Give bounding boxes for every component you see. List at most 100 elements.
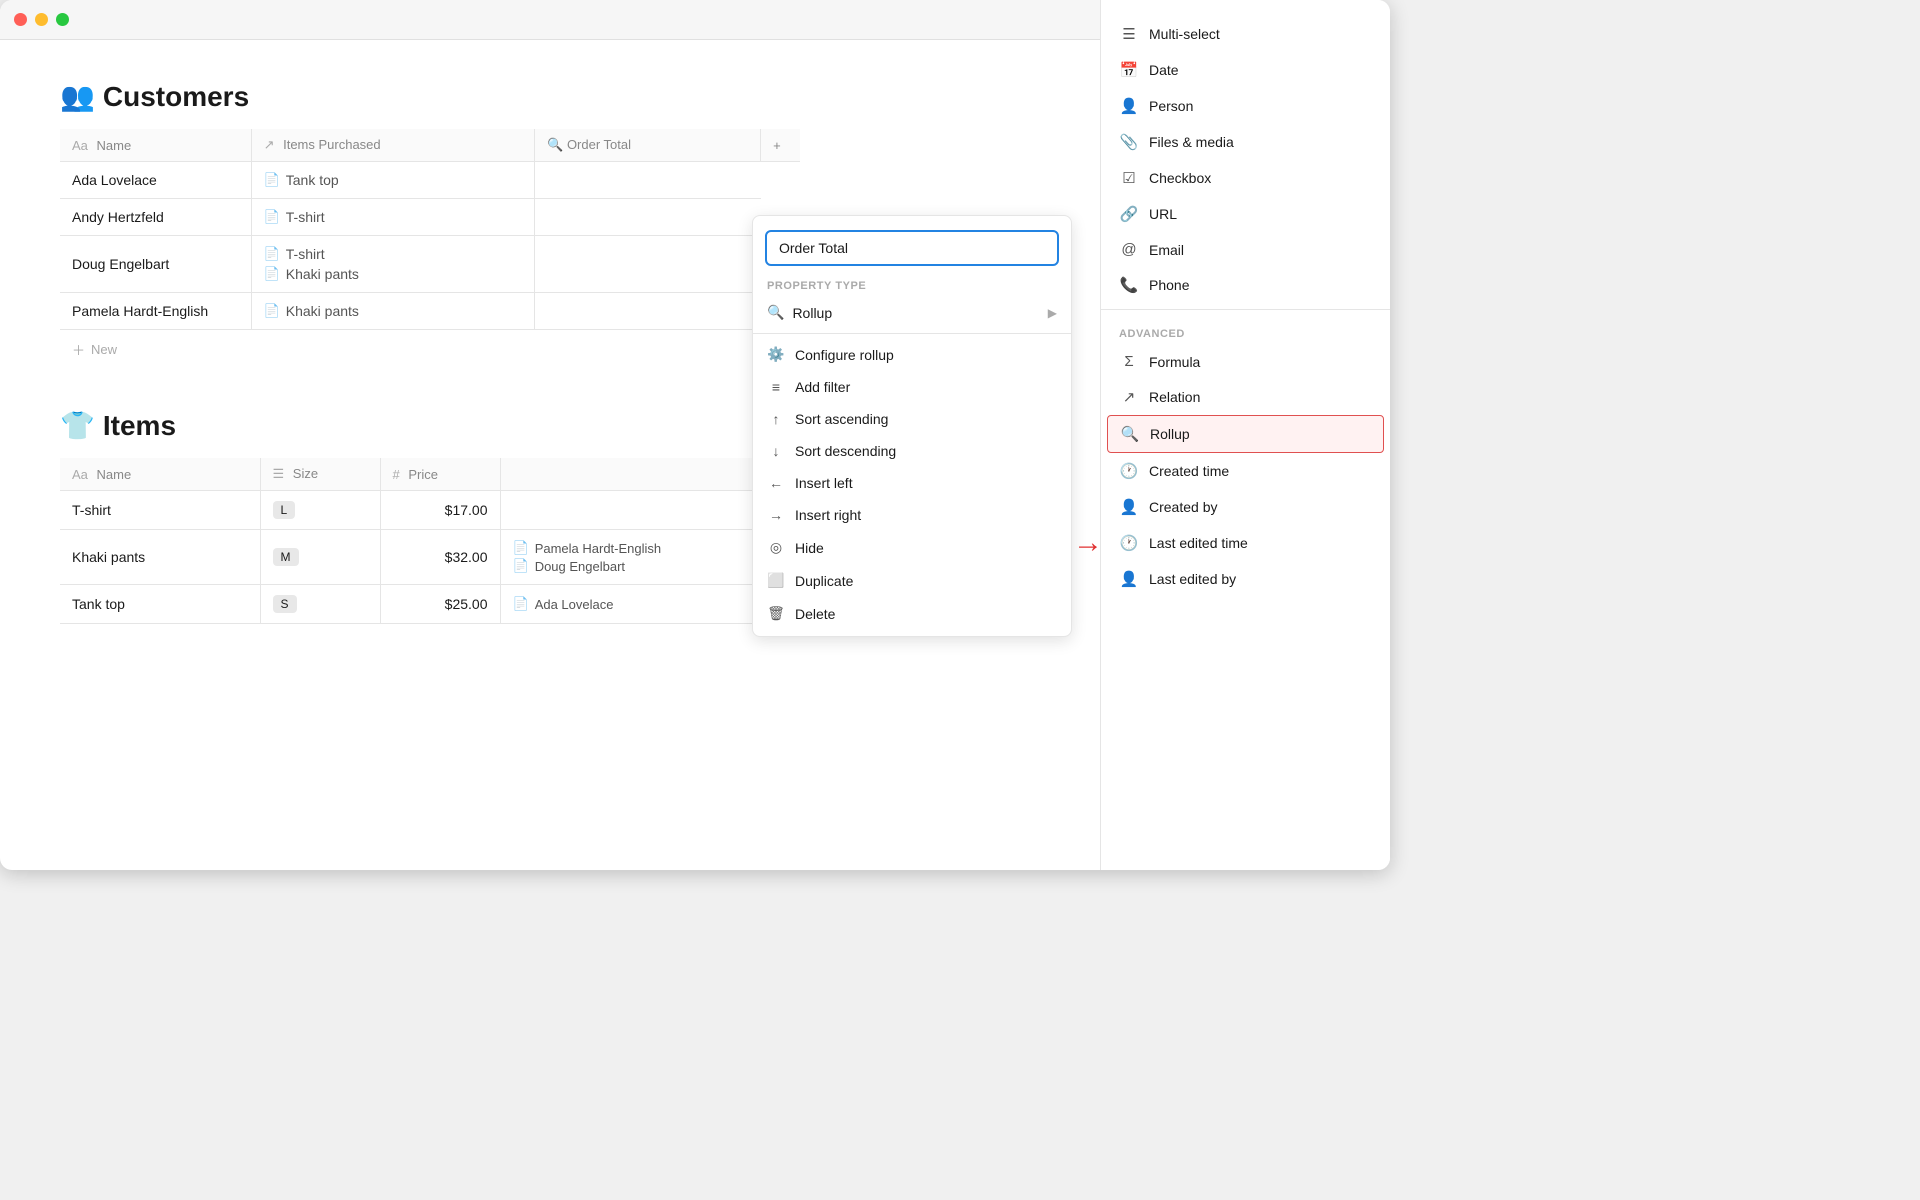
item-doc: 📄 Khaki pants	[264, 266, 523, 282]
configure-icon: ⚙️	[767, 346, 785, 363]
item-price: $32.00	[380, 530, 500, 585]
person-icon: 👤	[1119, 97, 1139, 115]
close-button[interactable]	[14, 13, 27, 26]
configure-rollup-item[interactable]: ⚙️ Configure rollup	[753, 338, 1071, 371]
items-title-text: Items	[103, 410, 176, 442]
customer-total	[535, 199, 761, 236]
table-row: Pamela Hardt-English 📄 Khaki pants	[60, 293, 800, 330]
rp-phone[interactable]: 📞 Phone	[1101, 267, 1390, 303]
column-name-input[interactable]	[765, 230, 1059, 266]
rollup-arrow: →	[1073, 526, 1103, 560]
customers-col-items[interactable]: ↗ Items Purchased	[251, 129, 535, 162]
advanced-label: ADVANCED	[1101, 316, 1390, 344]
formula-icon: Σ	[1119, 353, 1139, 370]
customers-table: Aa Name ↗ Items Purchased 🔍 Order Total …	[60, 129, 800, 330]
rp-formula[interactable]: Σ Formula	[1101, 344, 1390, 379]
customer-items: 📄 T-shirt 📄 Khaki pants	[251, 236, 535, 293]
column-dropdown: PROPERTY TYPE 🔍 Rollup ▶ ⚙️ Configure ro…	[752, 215, 1072, 637]
rp-last-edited-time[interactable]: 🕐 Last edited time	[1101, 525, 1390, 561]
customers-col-name[interactable]: Aa Name	[60, 129, 251, 162]
item-name: Tank top	[60, 585, 260, 624]
insert-right-icon: →	[767, 507, 785, 523]
date-icon: 📅	[1119, 61, 1139, 79]
delete-icon: 🗑	[767, 605, 785, 622]
customers-col-total[interactable]: 🔍 Order Total	[535, 129, 761, 162]
rp-created-by[interactable]: 👤 Created by	[1101, 489, 1390, 525]
right-panel: ☰ Multi-select 📅 Date 👤 Person 📎 Files &…	[1100, 0, 1390, 870]
item-size: L	[260, 491, 380, 530]
window: 👥 Customers ··· Aa Name ↗ Items Purchase…	[0, 0, 1390, 870]
doc-icon: 📄	[264, 246, 280, 262]
minimize-button[interactable]	[35, 13, 48, 26]
maximize-button[interactable]	[56, 13, 69, 26]
items-type-icon: ↗	[264, 137, 275, 152]
customers-add-col[interactable]: +	[761, 129, 800, 162]
hide-item[interactable]: ◎ Hide	[753, 531, 1071, 564]
add-filter-item[interactable]: ≡ Add filter	[753, 371, 1071, 403]
property-type-row[interactable]: 🔍 Rollup ▶	[753, 296, 1071, 329]
rp-divider	[1101, 309, 1390, 310]
insert-right-item[interactable]: → Insert right	[753, 499, 1071, 531]
doc-icon: 📄	[264, 303, 280, 319]
items-icon: 👕	[60, 409, 95, 442]
table-row: Doug Engelbart 📄 T-shirt 📄 Khaki pants	[60, 236, 800, 293]
url-icon: 🔗	[1119, 205, 1139, 223]
customer-total	[535, 236, 761, 293]
item-price: $17.00	[380, 491, 500, 530]
doc-icon: 📄	[264, 172, 280, 188]
search-icon: 🔍	[547, 137, 563, 152]
rp-multi-select[interactable]: ☰ Multi-select	[1101, 16, 1390, 52]
rp-rollup[interactable]: 🔍 Rollup	[1107, 415, 1384, 453]
item-doc: 📄 Tank top	[264, 172, 523, 188]
customer-items: 📄 Tank top	[251, 162, 535, 199]
email-icon: @	[1119, 241, 1139, 258]
table-row: Tank top S $25.00 📄 Ada Lovelace	[60, 585, 800, 624]
rp-relation[interactable]: ↗ Relation	[1101, 379, 1390, 415]
item-doc: 📄 Khaki pants	[264, 303, 523, 319]
rp-checkbox[interactable]: ☑ Checkbox	[1101, 160, 1390, 196]
item-name: Khaki pants	[60, 530, 260, 585]
insert-left-item[interactable]: ← Insert left	[753, 467, 1071, 499]
rp-created-time[interactable]: 🕐 Created time	[1101, 453, 1390, 489]
rp-email[interactable]: @ Email	[1101, 232, 1390, 267]
rollup-icon: 🔍	[1120, 425, 1140, 443]
multi-select-icon: ☰	[1119, 25, 1139, 43]
rp-files-media[interactable]: 📎 Files & media	[1101, 124, 1390, 160]
rp-last-edited-by[interactable]: 👤 Last edited by	[1101, 561, 1390, 597]
property-type-label: PROPERTY TYPE	[753, 274, 1071, 296]
item-name: T-shirt	[60, 491, 260, 530]
checkbox-icon: ☑	[1119, 169, 1139, 187]
customers-icon: 👥	[60, 80, 95, 113]
rp-date[interactable]: 📅 Date	[1101, 52, 1390, 88]
duplicate-item[interactable]: ⬜ Duplicate	[753, 564, 1071, 597]
items-table: Aa Name ☰ Size # Price	[60, 458, 800, 624]
last-edited-by-icon: 👤	[1119, 570, 1139, 588]
filter-icon: ≡	[767, 379, 785, 395]
customer-name: Ada Lovelace	[60, 162, 251, 199]
duplicate-icon: ⬜	[767, 572, 785, 589]
delete-item[interactable]: 🗑 Delete	[753, 597, 1071, 630]
doc-icon: 📄	[264, 209, 280, 225]
rp-url[interactable]: 🔗 URL	[1101, 196, 1390, 232]
customer-items: 📄 T-shirt	[251, 199, 535, 236]
last-edited-time-icon: 🕐	[1119, 534, 1139, 552]
sort-ascending-item[interactable]: ↑ Sort ascending	[753, 403, 1071, 435]
relation-icon: ↗	[1119, 388, 1139, 406]
items-col-name[interactable]: Aa Name	[60, 458, 260, 491]
sort-asc-icon: ↑	[767, 411, 785, 427]
sort-descending-item[interactable]: ↓ Sort descending	[753, 435, 1071, 467]
rollup-icon: 🔍	[767, 304, 784, 321]
hide-icon: ◎	[767, 539, 785, 556]
customer-name: Andy Hertzfeld	[60, 199, 251, 236]
items-col-size[interactable]: ☰ Size	[260, 458, 380, 491]
customers-title-text: Customers	[103, 81, 249, 113]
sort-desc-icon: ↓	[767, 443, 785, 459]
item-size: S	[260, 585, 380, 624]
rp-person[interactable]: 👤 Person	[1101, 88, 1390, 124]
customer-total	[535, 162, 761, 199]
item-price: $25.00	[380, 585, 500, 624]
customer-name: Pamela Hardt-English	[60, 293, 251, 330]
items-col-price[interactable]: # Price	[380, 458, 500, 491]
files-icon: 📎	[1119, 133, 1139, 151]
chevron-right-icon: ▶	[1048, 306, 1057, 320]
